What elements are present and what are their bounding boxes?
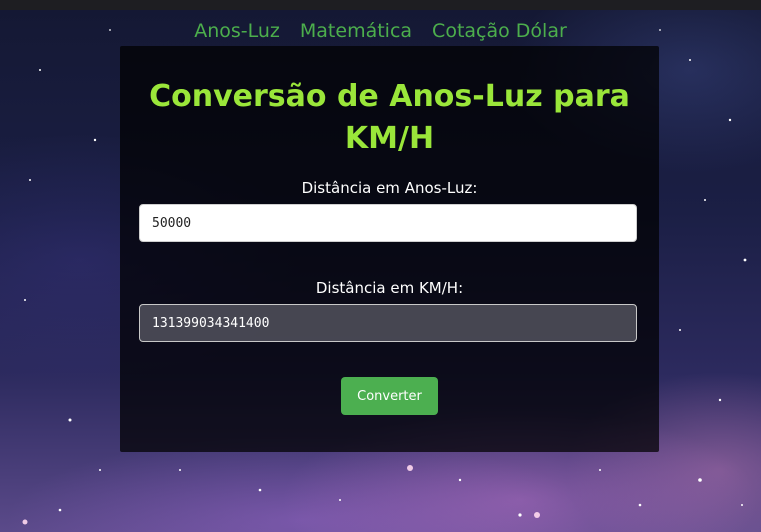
- converter-panel: Conversão de Anos-Luz para KM/H Distânci…: [120, 46, 659, 452]
- input-label: Distância em Anos-Luz:: [301, 179, 478, 197]
- top-nav: Anos-Luz Matemática Cotação Dólar: [0, 20, 761, 42]
- km-h-output[interactable]: [139, 304, 637, 342]
- light-years-input[interactable]: [139, 204, 637, 242]
- nav-link-matematica[interactable]: Matemática: [300, 20, 412, 42]
- convert-button[interactable]: Converter: [341, 377, 438, 415]
- nav-link-cotacao-dolar[interactable]: Cotação Dólar: [432, 20, 567, 42]
- output-label: Distância em KM/H:: [315, 279, 464, 297]
- nav-link-anos-luz[interactable]: Anos-Luz: [194, 20, 280, 42]
- page-title: Conversão de Anos-Luz para KM/H: [149, 79, 630, 156]
